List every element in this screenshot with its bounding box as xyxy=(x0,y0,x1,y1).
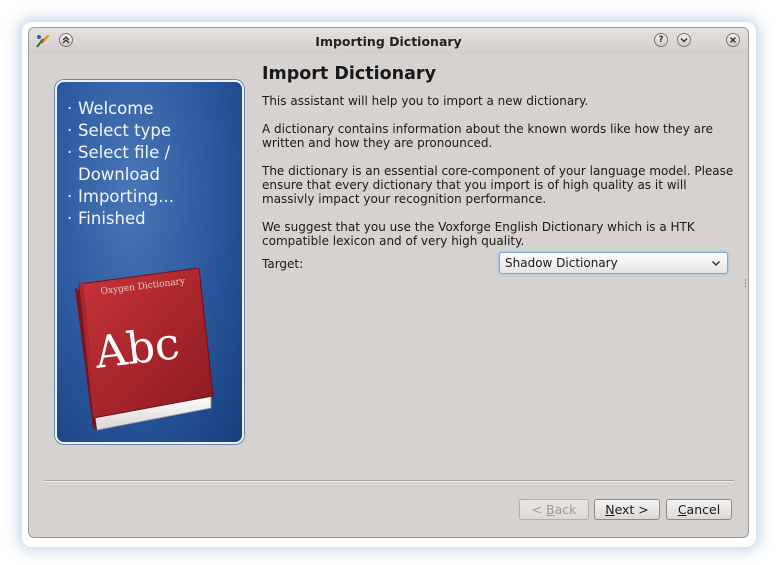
chevron-down-icon xyxy=(711,260,721,267)
step-select-type: · Select type xyxy=(67,120,228,142)
target-label: Target: xyxy=(262,257,304,271)
description-paragraph: A dictionary contains information about … xyxy=(262,122,714,150)
step-label: Select type xyxy=(78,121,172,140)
back-button[interactable]: < Back xyxy=(519,499,589,520)
book-cover-text: Abc xyxy=(91,318,182,379)
help-glyph: ? xyxy=(658,35,664,45)
back-rest: ack xyxy=(554,502,577,517)
step-select-file: · Select file / Download xyxy=(67,142,228,186)
close-icon[interactable] xyxy=(726,33,740,47)
intro-paragraph: This assistant will help you to import a… xyxy=(262,94,589,108)
step-bullet: · xyxy=(67,143,73,162)
back-mnemonic: B xyxy=(546,502,555,517)
help-icon[interactable]: ? xyxy=(654,33,668,47)
step-importing: · Importing... xyxy=(67,186,228,208)
step-bullet: · xyxy=(67,121,73,140)
step-bullet: · xyxy=(67,99,73,118)
wizard-steps: · Welcome · Select type · Select file / Dow… xyxy=(67,98,228,230)
next-mnemonic: N xyxy=(605,502,615,517)
dialog-window: Importing Dictionary ? · Welcome · Select … xyxy=(28,27,749,538)
button-divider xyxy=(44,480,734,482)
cancel-button[interactable]: Cancel xyxy=(666,499,732,520)
cancel-mnemonic: C xyxy=(677,502,687,517)
next-button[interactable]: Next > xyxy=(594,499,660,520)
next-rest: ext > xyxy=(614,502,649,517)
resize-grip-icon[interactable] xyxy=(744,278,747,288)
dictionary-book-icon: Oxygen Dictionary Abc xyxy=(75,268,214,431)
step-label: Welcome xyxy=(78,99,154,118)
target-select[interactable]: Shadow Dictionary xyxy=(499,252,728,274)
title-bar[interactable]: Importing Dictionary ? xyxy=(29,28,748,54)
cancel-rest: ancel xyxy=(686,502,721,517)
suggestion-paragraph: We suggest that you use the Voxforge Eng… xyxy=(262,220,695,248)
target-select-value: Shadow Dictionary xyxy=(505,256,618,270)
step-label: Importing... xyxy=(78,187,175,206)
back-prefix: < xyxy=(531,502,547,517)
importance-paragraph: The dictionary is an essential core-comp… xyxy=(262,164,734,206)
wizard-side-panel: · Welcome · Select type · Select file / Dow… xyxy=(55,80,244,444)
step-finished: · Finished xyxy=(67,208,228,230)
page-title: Import Dictionary xyxy=(262,64,436,84)
step-label: Finished xyxy=(78,209,146,228)
minimize-icon[interactable] xyxy=(677,33,691,47)
step-label: Select file / Download xyxy=(78,143,171,184)
window-title: Importing Dictionary xyxy=(315,34,462,49)
step-bullet: · xyxy=(67,209,73,228)
step-welcome: · Welcome xyxy=(67,98,228,120)
step-bullet: · xyxy=(67,187,73,206)
